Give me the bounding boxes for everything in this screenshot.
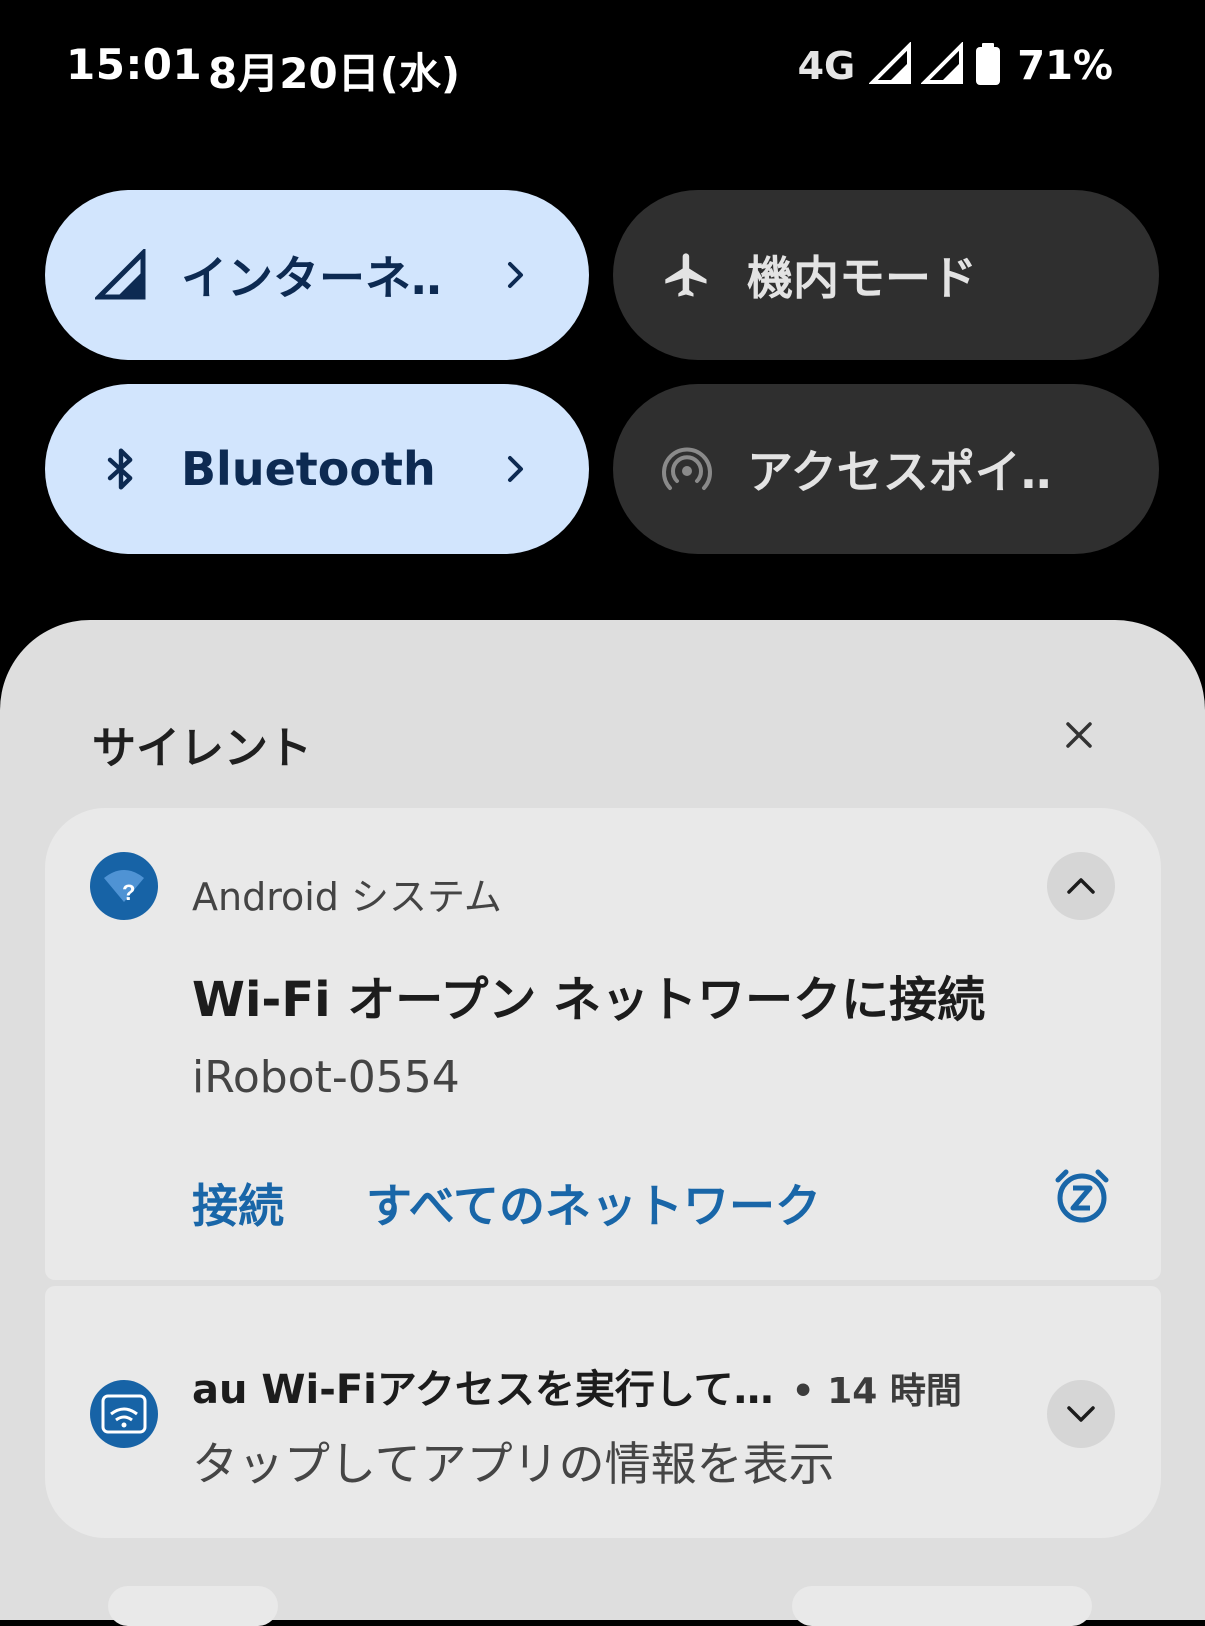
notification-app-name: Android システム: [192, 875, 502, 919]
status-icons: 4G 71%: [797, 41, 1113, 90]
notification-time: • 14 時間: [791, 1371, 962, 1412]
tile-airplane-mode[interactable]: 機内モード: [613, 190, 1159, 360]
close-icon[interactable]: [1054, 710, 1104, 760]
status-time: 15:01: [66, 40, 203, 89]
tile-hotspot[interactable]: アクセスポイ‥: [613, 384, 1159, 554]
expand-chevron-down-icon[interactable]: [1047, 1380, 1115, 1448]
tile-label: インターネ‥: [181, 251, 442, 305]
tile-label: アクセスポイ‥: [747, 445, 1052, 499]
svg-text:?: ?: [122, 880, 135, 905]
airplane-icon: [657, 245, 717, 305]
notification-text: タップしてアプリの情報を表示: [192, 1437, 835, 1491]
tile-label: 機内モード: [747, 251, 977, 305]
snooze-alarm-icon[interactable]: [1052, 1166, 1112, 1230]
section-title-silent: サイレント: [92, 723, 312, 774]
connect-action-button[interactable]: 接続: [192, 1170, 284, 1236]
au-wifi-app-icon: [90, 1380, 158, 1448]
bottom-button-right[interactable]: [792, 1586, 1092, 1626]
signal-strength-icon-2: [920, 41, 965, 90]
network-type: 4G: [797, 44, 856, 88]
tile-internet[interactable]: インターネ‥: [45, 190, 589, 360]
battery-icon: [973, 42, 1003, 90]
hotspot-icon: [657, 439, 717, 499]
notification-title-text: au Wi-Fiアクセスを実行して…: [192, 1367, 774, 1413]
notification-title: au Wi-Fiアクセスを実行して… • 14 時間: [192, 1357, 962, 1415]
signal-icon: [91, 245, 151, 305]
notification-text: iRobot-0554: [192, 1052, 460, 1103]
status-date: 8月20日(水): [208, 49, 461, 98]
bottom-button-left[interactable]: [108, 1586, 278, 1626]
collapse-chevron-up-icon[interactable]: [1047, 852, 1115, 920]
chevron-right-icon[interactable]: [485, 439, 545, 499]
notification-title: Wi-Fi オープン ネットワークに接続: [192, 972, 986, 1028]
chevron-right-icon[interactable]: [485, 245, 545, 305]
wifi-question-icon: ?: [90, 852, 158, 920]
bluetooth-icon: [91, 439, 151, 499]
signal-strength-icon: [868, 41, 913, 90]
battery-percent: 71%: [1017, 43, 1113, 89]
all-networks-action-button[interactable]: すべてのネットワーク: [366, 1170, 821, 1236]
tile-bluetooth[interactable]: Bluetooth: [45, 384, 589, 554]
tile-label: Bluetooth: [181, 442, 436, 496]
